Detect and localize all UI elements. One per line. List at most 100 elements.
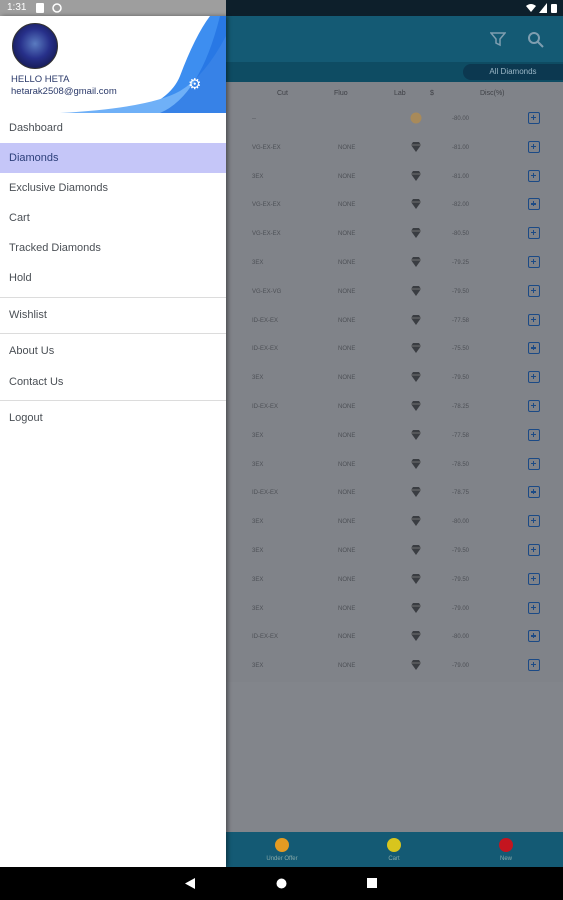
add-to-cart-button[interactable] (528, 544, 540, 556)
column-header-lab: Lab (394, 90, 406, 97)
avatar[interactable] (12, 23, 58, 69)
row-fluo: NONE (338, 231, 356, 238)
add-to-cart-button[interactable] (528, 572, 540, 585)
add-to-cart-button[interactable] (528, 256, 540, 268)
add-to-cart-button[interactable] (528, 601, 540, 614)
row-cut: -- (252, 116, 256, 122)
add-to-cart-button[interactable] (528, 342, 540, 355)
row-fluo: NONE (338, 173, 356, 180)
row-disc: -79.50 (452, 576, 470, 583)
menu-item-tracked-diamonds[interactable]: Tracked Diamonds (0, 233, 226, 263)
add-to-cart-button[interactable] (528, 457, 540, 470)
system-nav-bar (0, 867, 563, 900)
menu-item-about-us[interactable]: About Us (0, 336, 226, 366)
add-to-cart-button[interactable] (528, 198, 540, 211)
menu-item-wishlist[interactable]: Wishlist (0, 300, 226, 330)
diamond-icon (411, 660, 421, 671)
table-row: 3EX NONE -79.50 (226, 538, 563, 566)
row-cut: VG-EX-EX (252, 144, 281, 151)
row-fluo: NONE (338, 663, 356, 670)
row-cut: ID-EX-EX (252, 490, 279, 497)
row-fluo: NONE (338, 375, 356, 382)
diamond-icon (411, 631, 421, 642)
new-label: New (499, 856, 512, 862)
row-fluo: NONE (338, 490, 356, 497)
row-disc: -79.50 (452, 375, 470, 382)
new-icon[interactable] (499, 838, 513, 852)
add-to-cart-button[interactable] (528, 428, 540, 441)
row-fluo: NONE (338, 317, 356, 324)
menu-item-hold[interactable]: Hold (0, 263, 226, 293)
recents-icon[interactable] (367, 878, 377, 888)
row-fluo: NONE (338, 605, 356, 612)
add-to-cart-button[interactable] (528, 659, 540, 672)
menu-item-dashboard[interactable]: Dashboard (0, 113, 226, 143)
row-cut: VG-EX-EX (252, 231, 281, 238)
diamond-icon (411, 602, 421, 613)
diamond-icon (411, 516, 421, 527)
diamond-icon (411, 372, 421, 383)
menu-item-diamonds[interactable]: Diamonds (0, 143, 226, 173)
back-icon[interactable] (185, 878, 196, 889)
row-disc: -78.25 (452, 404, 470, 410)
row-cut: ID-EX-EX (252, 404, 279, 410)
row-fluo: NONE (338, 548, 356, 554)
add-to-cart-button[interactable] (528, 112, 540, 124)
settings-gear-icon[interactable]: ⚙ (188, 77, 204, 93)
add-to-cart-button[interactable] (528, 284, 540, 297)
menu-divider (0, 333, 226, 334)
diamond-icon (411, 170, 421, 181)
row-cut: 3EX (252, 663, 264, 670)
diamond-icon (411, 573, 421, 584)
diamond-icon (411, 285, 421, 296)
row-fluo: NONE (338, 519, 356, 526)
add-to-cart-button[interactable] (528, 227, 540, 240)
row-disc: -79.50 (452, 548, 470, 554)
search-icon[interactable] (527, 31, 544, 48)
navigation-drawer: HELLO HETA hetarak2508@gmail.com ⚙ Dashb… (0, 16, 226, 867)
table-row: ID-EX-EX NONE -77.58 (226, 308, 563, 336)
row-fluo: NONE (338, 346, 356, 353)
diamond-icon (411, 458, 421, 469)
row-disc: -82.00 (452, 202, 470, 209)
menu-item-contact-us[interactable]: Contact Us (0, 367, 226, 397)
column-header-price: $ (430, 90, 434, 97)
add-to-cart-button[interactable] (528, 140, 540, 153)
add-to-cart-button[interactable] (528, 400, 540, 412)
row-cut: 3EX (252, 605, 264, 612)
row-cut: 3EX (252, 260, 264, 266)
add-to-cart-button[interactable] (528, 515, 540, 528)
add-to-cart-button[interactable] (528, 371, 540, 384)
add-to-cart-button[interactable] (528, 630, 540, 643)
row-disc: -80.00 (452, 634, 470, 641)
home-icon[interactable] (276, 878, 287, 889)
menu-item-cart[interactable]: Cart (0, 203, 226, 233)
row-cut: 3EX (252, 173, 264, 180)
table-row: 3EX NONE -79.00 (226, 653, 563, 681)
status-time: 1:31 (7, 2, 27, 13)
row-cut: 3EX (252, 375, 264, 382)
diamond-icon (411, 228, 421, 239)
cart-icon[interactable] (387, 838, 401, 852)
diamond-icon (411, 343, 421, 354)
row-disc: -78.75 (452, 490, 470, 497)
add-to-cart-button[interactable] (528, 486, 540, 499)
diamond-icon (411, 257, 421, 267)
status-bar-left (0, 0, 226, 16)
notification-icon (52, 3, 62, 13)
add-to-cart-button[interactable] (528, 169, 540, 182)
table-row: 3EX NONE -80.00 (226, 509, 563, 537)
filter-icon[interactable] (490, 31, 506, 47)
status-bar: 1:31 (0, 0, 563, 16)
under-offer-icon[interactable] (275, 838, 289, 852)
table-row: 3EX NONE -79.00 (226, 596, 563, 624)
menu-item-logout[interactable]: Logout (0, 403, 226, 433)
row-disc: -79.00 (452, 663, 470, 670)
row-disc: -77.58 (452, 317, 470, 324)
tab-all-diamonds[interactable]: All Diamonds (463, 64, 563, 80)
add-to-cart-button[interactable] (528, 313, 540, 326)
row-cut: ID-EX-EX (252, 346, 279, 353)
signal-icon (539, 3, 547, 13)
column-header-fluo: Fluo (334, 90, 348, 97)
menu-item-exclusive-diamonds[interactable]: Exclusive Diamonds (0, 173, 226, 203)
